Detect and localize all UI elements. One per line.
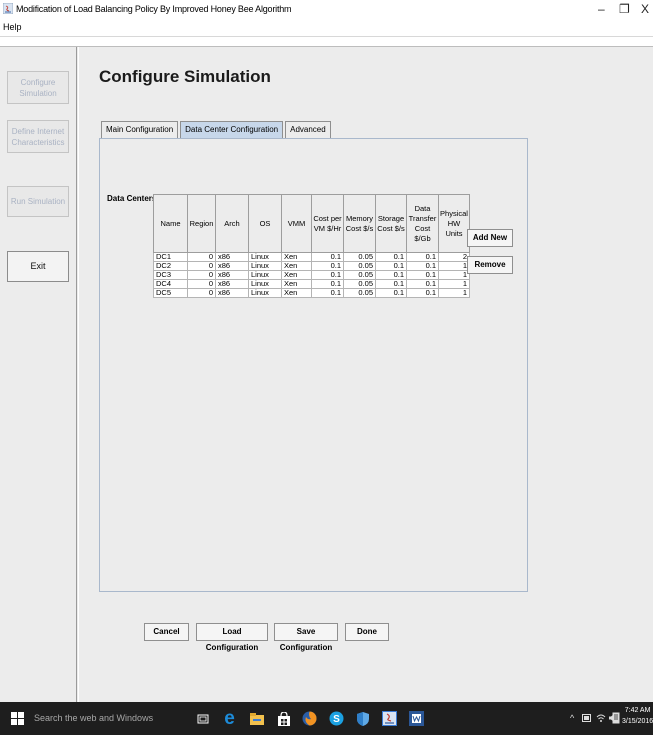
column-header[interactable]: Memory Cost $/s	[343, 194, 376, 253]
column-header[interactable]: Name	[153, 194, 188, 253]
column-header[interactable]: Arch	[215, 194, 249, 253]
column-header[interactable]: Cost per VM $/Hr	[311, 194, 344, 253]
load-configuration-button[interactable]: Load Configuration	[196, 623, 268, 652]
table-row[interactable]: DC2 0 x86 Linux Xen 0.1 0.05 0.1 0.1 1	[153, 261, 470, 271]
table-cell[interactable]: 0.1	[406, 288, 439, 298]
firefox-icon[interactable]	[301, 710, 318, 727]
sidebar-configure-simulation-button[interactable]: Configure Simulation	[7, 71, 69, 104]
sidebar-run-simulation-button[interactable]: Run Simulation	[7, 186, 69, 217]
table-cell[interactable]: 0.1	[311, 288, 344, 298]
page-title: Configure Simulation	[99, 67, 271, 86]
data-centers-label: Data Centers:	[107, 194, 160, 203]
column-header[interactable]: Physical HW Units	[438, 194, 470, 253]
config-tabs: Main Configuration Data Center Configura…	[101, 121, 333, 138]
data-centers-table[interactable]: Name Region Arch OS VMM Cost per VM $/Hr…	[153, 194, 470, 298]
edge-icon[interactable]: e	[221, 708, 238, 729]
taskbar: Search the web and Windows e S ^ 7:42 AM…	[0, 702, 653, 735]
column-header[interactable]: Data Transfer Cost $/Gb	[406, 194, 439, 253]
store-icon[interactable]	[275, 710, 292, 727]
table-cell[interactable]: 0.1	[375, 288, 407, 298]
sidebar: Configure Simulation Define Internet Cha…	[0, 47, 77, 703]
clock-date: 3/15/2016	[622, 718, 653, 725]
table-row[interactable]: DC4 0 x86 Linux Xen 0.1 0.05 0.1 0.1 1	[153, 279, 470, 289]
add-new-button[interactable]: Add New	[467, 229, 513, 247]
taskbar-search-input[interactable]: Search the web and Windows	[34, 713, 153, 723]
cancel-button[interactable]: Cancel	[144, 623, 189, 641]
wifi-icon[interactable]	[596, 713, 606, 723]
notification-icon[interactable]	[612, 712, 620, 724]
column-header[interactable]: Region	[187, 194, 216, 253]
maximize-button[interactable]: ❐	[619, 2, 630, 16]
table-cell[interactable]: 1	[438, 288, 470, 298]
column-header[interactable]: Storage Cost $/s	[375, 194, 407, 253]
window-title-bar: Modification of Load Balancing Policy By…	[0, 0, 653, 20]
close-button[interactable]: X	[641, 2, 649, 16]
taskbar-clock[interactable]: 7:42 AM 3/15/2016	[622, 705, 653, 727]
sidebar-run-simulation-label: Run Simulation	[10, 197, 66, 206]
menu-bar: Help	[0, 20, 653, 37]
table-cell[interactable]: x86	[215, 288, 249, 298]
word-icon[interactable]	[408, 710, 425, 727]
battery-icon[interactable]	[582, 714, 592, 722]
table-cell[interactable]: 0	[187, 288, 216, 298]
done-button[interactable]: Done	[345, 623, 389, 641]
java-app-icon	[3, 3, 13, 14]
minimize-button[interactable]: –	[598, 2, 605, 16]
column-header[interactable]: VMM	[281, 194, 312, 253]
java-icon[interactable]	[381, 710, 398, 727]
file-explorer-icon[interactable]	[248, 710, 265, 727]
clock-time: 7:42 AM	[624, 707, 651, 714]
task-view-icon[interactable]	[194, 710, 211, 727]
tab-data-center-configuration[interactable]: Data Center Configuration	[180, 121, 284, 138]
save-configuration-button[interactable]: Save Configuration	[274, 623, 338, 652]
table-row[interactable]: DC3 0 x86 Linux Xen 0.1 0.05 0.1 0.1 1	[153, 270, 470, 280]
menu-help[interactable]: Help	[3, 22, 22, 32]
table-cell[interactable]: DC5	[153, 288, 188, 298]
svg-text:S: S	[333, 714, 340, 725]
table-cell[interactable]: Xen	[281, 288, 312, 298]
table-row[interactable]: DC5 0 x86 Linux Xen 0.1 0.05 0.1 0.1 1	[153, 288, 470, 298]
tab-main-configuration[interactable]: Main Configuration	[101, 121, 179, 138]
tab-advanced[interactable]: Advanced	[285, 121, 331, 138]
table-cell[interactable]: 0.05	[343, 288, 376, 298]
window-title: Modification of Load Balancing Policy By…	[16, 4, 292, 14]
main-panel: Configure Simulation Main Configuration …	[78, 47, 653, 703]
column-header[interactable]: OS	[248, 194, 282, 253]
windows-start-icon[interactable]	[11, 712, 24, 725]
sidebar-define-internet-label: Define Internet Characteristics	[11, 126, 65, 147]
shield-icon[interactable]	[354, 710, 371, 727]
client-area: Configure Simulation Define Internet Cha…	[0, 46, 653, 703]
chevron-up-icon[interactable]: ^	[570, 713, 574, 723]
sidebar-exit-label: Exit	[30, 261, 46, 271]
data-center-panel: Data Centers: Name Region Arch OS VMM Co…	[99, 138, 528, 592]
sidebar-define-internet-button[interactable]: Define Internet Characteristics	[7, 120, 69, 153]
table-cell[interactable]: Linux	[248, 288, 282, 298]
table-row[interactable]: DC1 0 x86 Linux Xen 0.1 0.05 0.1 0.1 2	[153, 252, 470, 262]
table-header-row: Name Region Arch OS VMM Cost per VM $/Hr…	[153, 194, 470, 253]
remove-button[interactable]: Remove	[467, 256, 513, 274]
sidebar-exit-button[interactable]: Exit	[7, 251, 69, 282]
sidebar-configure-simulation-label: Configure Simulation	[19, 77, 57, 98]
skype-icon[interactable]: S	[328, 710, 345, 727]
